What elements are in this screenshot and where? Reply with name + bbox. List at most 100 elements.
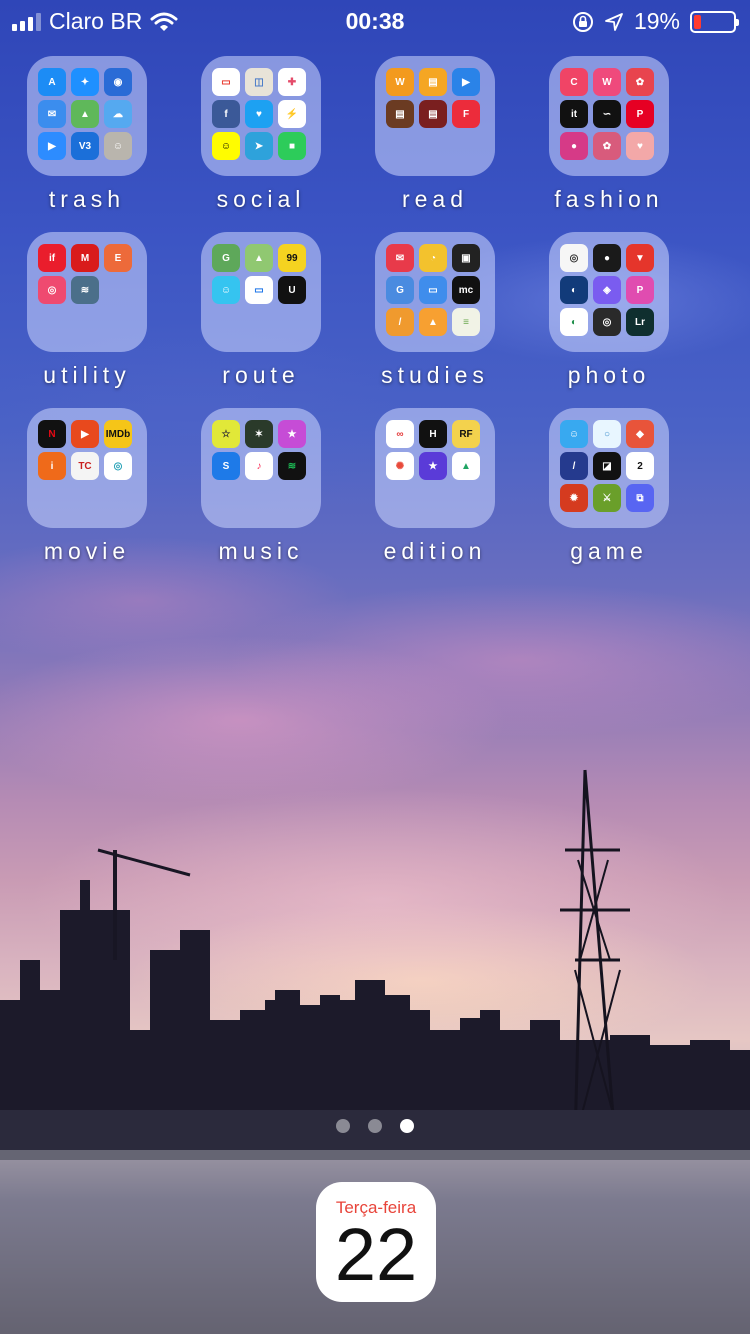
folder-label: utility: [43, 362, 131, 388]
folder-music[interactable]: ☆ ✶ ★ S ♪ ≋ music: [174, 408, 348, 568]
folder-label: game: [570, 538, 648, 564]
revela-facil-app-icon: RF: [452, 420, 480, 448]
bus-app-icon: ▭: [245, 276, 273, 304]
wifi-app-icon: ≋: [71, 276, 99, 304]
folder-preview[interactable]: W ▤ ▶ ▤ ▤ F: [375, 56, 495, 176]
rotation-lock-icon: [572, 11, 593, 32]
page-dot-2[interactable]: [368, 1119, 382, 1133]
zoom-app-icon: ▶: [38, 132, 66, 160]
play-app-icon: ▶: [71, 420, 99, 448]
tips-app-icon: ◔: [419, 244, 447, 272]
folder-photo[interactable]: ◎ ● ▼ ◐ ◈ P ◐ ◎ Lr photo: [522, 232, 696, 392]
w-app-icon: W: [593, 68, 621, 96]
face-app-icon: ☺: [560, 420, 588, 448]
bible-app-icon: ▤: [419, 100, 447, 128]
folder-preview[interactable]: ▭ ◫ ✚ f ♥ ⚡ ☺ ➤ ■: [201, 56, 321, 176]
folder-trash[interactable]: A ✦ ◉ ✉ ▲ ☁ ▶ V3 ☺ trash: [0, 56, 174, 216]
pinterest-app-icon: P: [626, 100, 654, 128]
translate-app-icon: G: [386, 276, 414, 304]
folder-studies[interactable]: ✉ ◔ ▣ G ▭ mc / ▲ ≡ studies: [348, 232, 522, 392]
star-app-icon: ☆: [212, 420, 240, 448]
battery-fill: [694, 14, 702, 29]
shazam-app-icon: S: [212, 452, 240, 480]
folder-label: social: [216, 186, 306, 212]
folder-preview[interactable]: ◎ ● ▼ ◐ ◈ P ◐ ◎ Lr: [549, 232, 669, 352]
folder-utility[interactable]: if M E ◎ ≋ utility: [0, 232, 174, 392]
page-dot-3[interactable]: [400, 1119, 414, 1133]
facetime-app-icon: ■: [278, 132, 306, 160]
battery-percent: 19%: [633, 8, 680, 34]
ingresso-app-icon: i: [38, 452, 66, 480]
contacts-app-icon: ☺: [104, 132, 132, 160]
app-store-app-icon: A: [38, 68, 66, 96]
mente-app-icon: mc: [452, 276, 480, 304]
party-app-icon: ▭: [212, 68, 240, 96]
itunes-store-app-icon: ★: [278, 420, 306, 448]
google-maps-app-icon: G: [212, 244, 240, 272]
folder-preview[interactable]: ✉ ◔ ▣ G ▭ mc / ▲ ≡: [375, 232, 495, 352]
slack-app-icon: ✚: [278, 68, 306, 96]
folder-label: trash: [48, 186, 126, 212]
video-app-icon: ▶: [452, 68, 480, 96]
folder-label: edition: [383, 538, 487, 564]
dancer-app-icon: ✶: [245, 420, 273, 448]
telegram-app-icon: ➤: [245, 132, 273, 160]
scholar-app-icon: ▲: [419, 308, 447, 336]
folder-game[interactable]: ☺ ○ ◆ / ◪ 2 ✹ ⚔ ⧉ game: [522, 408, 696, 568]
loop-app-icon: ○: [593, 420, 621, 448]
circle-app-icon: ◐: [560, 276, 588, 304]
keynote-app-icon: ▭: [419, 276, 447, 304]
lens-app-icon: ◎: [593, 308, 621, 336]
imdb-app-icon: IMDb: [104, 420, 132, 448]
folder-fashion[interactable]: C W ✿ it ∽ P ● ✿ ♥ fashion: [522, 56, 696, 216]
messenger-app-icon: ⚡: [278, 100, 306, 128]
followers-app-icon: ◫: [245, 68, 273, 96]
it-app-icon: it: [560, 100, 588, 128]
folder-preview[interactable]: ∞ H RF ✺ ★ ▲: [375, 408, 495, 528]
99-app-icon: 99: [278, 244, 306, 272]
photo-pink-app-icon: ✿: [593, 132, 621, 160]
city-skyline-silhouette: [0, 769, 750, 1160]
jar-app-icon: ◪: [593, 452, 621, 480]
folder-movie[interactable]: N ▶ IMDb i TC ◎ movie: [0, 408, 174, 568]
facebook-app-icon: f: [212, 100, 240, 128]
folder-label: music: [218, 538, 304, 564]
discord-app-icon: ⧉: [626, 484, 654, 512]
dock: Terça-feira 22: [0, 1150, 750, 1334]
page-dot-1[interactable]: [336, 1119, 350, 1133]
folder-edition[interactable]: ∞ H RF ✺ ★ ▲ edition: [348, 408, 522, 568]
folder-preview[interactable]: ☆ ✶ ★ S ♪ ≋: [201, 408, 321, 528]
folder-label: photo: [567, 362, 651, 388]
folder-preview[interactable]: C W ✿ it ∽ P ● ✿ ♥: [549, 56, 669, 176]
huji-app-icon: H: [419, 420, 447, 448]
folder-route[interactable]: G ▲ 99 ☺ ▭ U route: [174, 232, 348, 392]
folder-preview[interactable]: N ▶ IMDb i TC ◎: [27, 408, 147, 528]
sketch-app-icon: ∽: [593, 100, 621, 128]
calendar-app-icon[interactable]: Terça-feira 22: [316, 1182, 436, 1302]
music-app-icon: ♪: [245, 452, 273, 480]
folder-read[interactable]: W ▤ ▶ ▤ ▤ Fread: [348, 56, 522, 216]
folder-preview[interactable]: A ✦ ◉ ✉ ▲ ☁ ▶ V3 ☺: [27, 56, 147, 176]
folder-preview[interactable]: if M E ◎ ≋: [27, 232, 147, 352]
folder-preview[interactable]: ☺ ○ ◆ / ◪ 2 ✹ ⚔ ⧉: [549, 408, 669, 528]
aperture-app-icon: ◎: [560, 244, 588, 272]
glitch-app-icon: ◈: [593, 276, 621, 304]
notes-app-icon: /: [386, 308, 414, 336]
folder-preview[interactable]: G ▲ 99 ☺ ▭ U: [201, 232, 321, 352]
books-app-icon: ▤: [419, 68, 447, 96]
page-indicator[interactable]: [0, 1119, 750, 1133]
education-app-icon: ▣: [452, 244, 480, 272]
imovie-app-icon: ★: [419, 452, 447, 480]
status-bar: Claro BR 00:38 19%: [0, 0, 750, 40]
folder-label: route: [222, 362, 300, 388]
wattpad-app-icon: W: [386, 68, 414, 96]
dot-app-icon: ●: [560, 132, 588, 160]
slice-app-icon: ⚔: [593, 484, 621, 512]
calendar-date: 22: [334, 1213, 418, 1296]
tiles-app-icon: /: [560, 452, 588, 480]
ifood-app-icon: if: [38, 244, 66, 272]
folder-label: studies: [381, 362, 489, 388]
folder-social[interactable]: ▭ ◫ ✚ f ♥ ⚡ ☺ ➤ ■ social: [174, 56, 348, 216]
snapseed-app-icon: ◐: [560, 308, 588, 336]
lr-app-icon: Lr: [626, 308, 654, 336]
